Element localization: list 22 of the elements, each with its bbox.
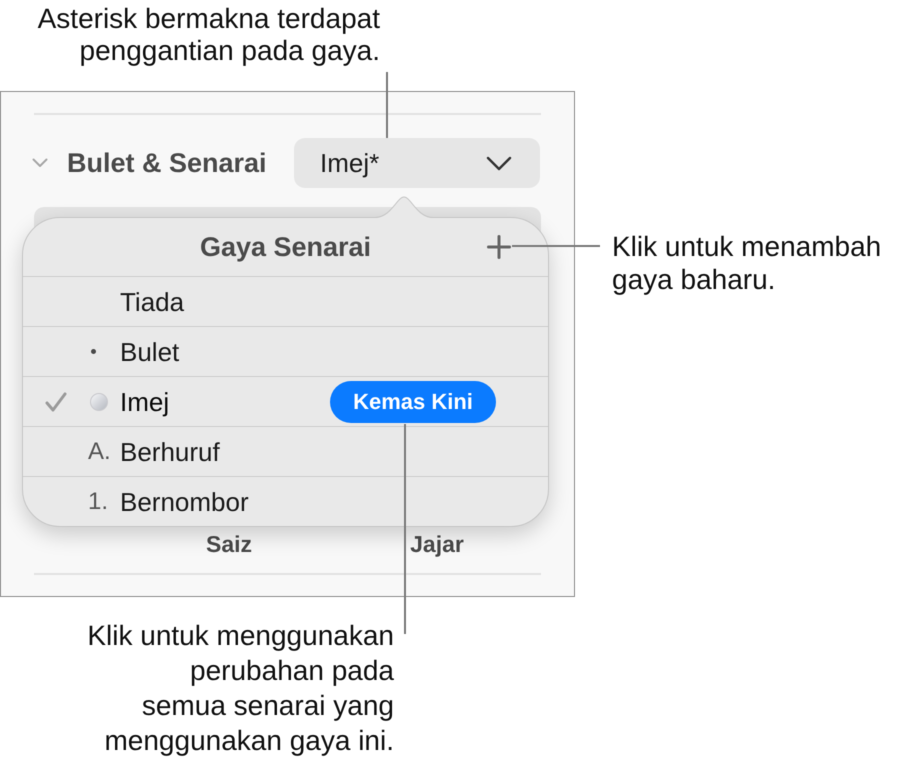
field-label: Jajar <box>409 531 465 557</box>
list-marker: A. <box>88 440 111 464</box>
list-style-option[interactable]: Berhuruf <box>120 436 220 466</box>
popover-title: Gaya Senarai <box>200 231 372 263</box>
image-bullet-icon <box>90 392 108 410</box>
callout-text: Asterisk bermakna terdapat penggantian pada gaya. <box>38 3 380 67</box>
list-style-option[interactable]: Bulet <box>120 336 180 366</box>
callout-text: Klik untuk menggunakan perubahan pada semua senarai yang menggunakan gaya ini. <box>87 619 394 758</box>
list-style-option[interactable]: Imej <box>120 386 170 416</box>
list-style-option[interactable]: Bernombor <box>120 486 249 516</box>
list-marker: 1. <box>88 490 108 514</box>
field-label: Saiz <box>204 531 254 557</box>
callout-text: Klik untuk menambah gaya baharu. <box>612 230 882 296</box>
plus-icon[interactable] <box>487 235 511 259</box>
leader-line <box>386 72 388 138</box>
style-dropdown[interactable]: Imej* <box>294 138 540 188</box>
chevron-down-icon <box>486 156 512 170</box>
bullet-icon <box>91 349 96 354</box>
update-button[interactable]: Kemas Kini <box>330 380 496 422</box>
checkmark-icon <box>44 392 66 412</box>
section-title: Bulet & Senarai <box>67 147 267 179</box>
list-style-option[interactable]: Tiada <box>120 286 184 316</box>
